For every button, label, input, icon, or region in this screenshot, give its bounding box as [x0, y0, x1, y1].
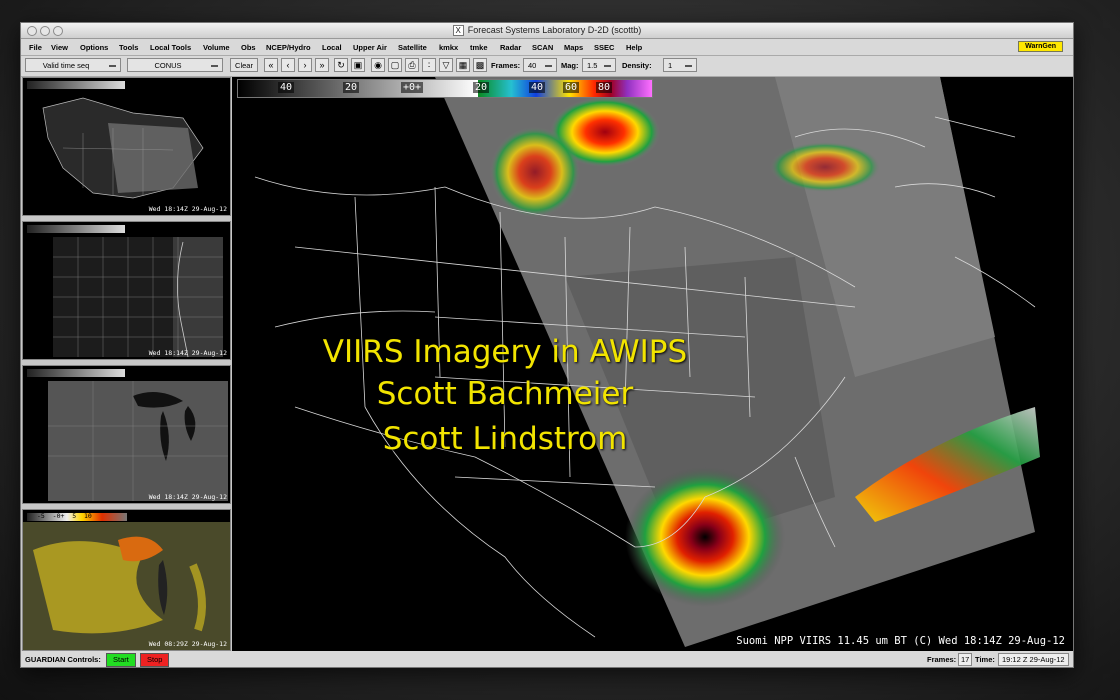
- status-bar: GUARDIAN Controls: Start Stop Frames: 17…: [21, 651, 1073, 667]
- menu-options[interactable]: Options: [80, 43, 108, 52]
- side-pane-3[interactable]: Wed 18:14Z 29-Aug-12: [22, 365, 231, 504]
- x11-icon: X: [452, 25, 464, 37]
- title-bar: X Forecast Systems Laboratory D-2D (scott…: [21, 23, 1073, 39]
- last-frame-icon[interactable]: »: [315, 58, 329, 72]
- scale-dropdown[interactable]: CONUS: [127, 58, 223, 72]
- colorbar-label: 20: [473, 82, 490, 93]
- density-dropdown[interactable]: 1: [663, 58, 697, 72]
- menu-view[interactable]: View: [51, 43, 68, 52]
- menu-help[interactable]: Help: [626, 43, 642, 52]
- time-status-label: Time:: [975, 655, 995, 664]
- menu-bar: File View Options Tools Local Tools Volu…: [21, 39, 1073, 56]
- density-value: 1: [668, 61, 673, 70]
- colorbar-label: +0+: [401, 82, 424, 93]
- scale-label: -5: [37, 512, 45, 520]
- menu-satellite[interactable]: Satellite: [398, 43, 427, 52]
- author-overlay-1: Scott Bachmeier: [376, 376, 634, 412]
- window-title: Forecast Systems Laboratory D-2D (scottb…: [467, 25, 642, 35]
- colorbar-label: 60: [563, 82, 580, 93]
- pane-timestamp: Wed 18:14Z 29-Aug-12: [148, 493, 227, 501]
- frames-dropdown[interactable]: 40: [523, 58, 557, 72]
- close-window-icon[interactable]: [27, 26, 37, 36]
- pane-1-map: [42, 97, 204, 199]
- colorbar-label: 20: [343, 82, 360, 93]
- zoom-icon[interactable]: ▢: [388, 58, 402, 72]
- menu-radar[interactable]: Radar: [500, 43, 521, 52]
- pane-timestamp: Wed 08:29Z 29-Aug-12: [148, 640, 227, 648]
- stop-button[interactable]: Stop: [140, 653, 170, 667]
- menu-local-tools[interactable]: Local Tools: [150, 43, 191, 52]
- start-button[interactable]: Start: [106, 653, 136, 667]
- minimize-window-icon[interactable]: [40, 26, 50, 36]
- menu-file[interactable]: File: [29, 43, 42, 52]
- pane-2-map: [53, 237, 223, 358]
- d2d-window: X Forecast Systems Laboratory D-2D (scott…: [20, 22, 1074, 668]
- display-area: Wed 18:14Z 29-Aug-12 Wed 18:14Z 29-Aug-1…: [21, 77, 1073, 651]
- points-icon[interactable]: ∶: [422, 58, 436, 72]
- side-pane-4[interactable]: -5 -0+ 5 10 Wed 08:29Z 29-Aug-12: [22, 509, 231, 651]
- side-pane-1[interactable]: Wed 18:14Z 29-Aug-12: [22, 77, 231, 216]
- draw-icon[interactable]: ▽: [439, 58, 453, 72]
- menu-scan[interactable]: SCAN: [532, 43, 553, 52]
- pane-3-map: [48, 381, 228, 501]
- side-panes: Wed 18:14Z 29-Aug-12 Wed 18:14Z 29-Aug-1…: [21, 77, 232, 651]
- colorbar-label: 40: [278, 82, 295, 93]
- time-mode-value: Valid time seq: [42, 61, 90, 70]
- menu-tmke[interactable]: tmke: [470, 43, 488, 52]
- warngen-button[interactable]: WarnGen: [1018, 41, 1063, 52]
- pane-timestamp: Wed 18:14Z 29-Aug-12: [148, 349, 227, 357]
- frames-status-label: Frames:: [927, 655, 957, 664]
- first-frame-icon[interactable]: «: [264, 58, 278, 72]
- main-timestamp: Suomi NPP VIIRS 11.45 um BT (C) Wed 18:1…: [736, 635, 1065, 647]
- step-back-icon[interactable]: ‹: [281, 58, 295, 72]
- menu-ncep-hydro[interactable]: NCEP/Hydro: [266, 43, 311, 52]
- menu-obs[interactable]: Obs: [241, 43, 256, 52]
- menu-ssec[interactable]: SSEC: [594, 43, 614, 52]
- colorbar: 40 20 +0+ 20 40 60 80: [237, 79, 653, 98]
- clear-button[interactable]: Clear: [230, 58, 258, 72]
- time-mode-dropdown[interactable]: Valid time seq: [25, 58, 121, 72]
- menu-tools[interactable]: Tools: [119, 43, 138, 52]
- frames-value: 40: [528, 61, 537, 70]
- author-overlay-2: Scott Lindstrom: [382, 421, 628, 457]
- guardian-label: GUARDIAN Controls:: [25, 655, 101, 664]
- pane-4-map: [23, 522, 230, 650]
- menu-upper-air[interactable]: Upper Air: [353, 43, 387, 52]
- menu-local[interactable]: Local: [322, 43, 342, 52]
- menu-volume[interactable]: Volume: [203, 43, 230, 52]
- time-status-value: 19:12 Z 29-Aug-12: [998, 653, 1069, 666]
- image-properties-icon[interactable]: ▣: [351, 58, 365, 72]
- pane-4-scale: -5 -0+ 5 10: [37, 512, 92, 520]
- scale-label: -0+: [52, 512, 65, 520]
- menu-maps[interactable]: Maps: [564, 43, 583, 52]
- four-panel-icon[interactable]: ▩: [473, 58, 487, 72]
- panel-layout-icon[interactable]: ▦: [456, 58, 470, 72]
- step-forward-icon[interactable]: ›: [298, 58, 312, 72]
- mag-label: Mag:: [561, 61, 579, 70]
- colorbar-label: 80: [596, 82, 613, 93]
- mag-value: 1.5: [587, 61, 598, 70]
- zoom-window-icon[interactable]: [53, 26, 63, 36]
- scale-value: CONUS: [154, 61, 182, 70]
- loop-icon[interactable]: ↻: [334, 58, 348, 72]
- side-pane-2[interactable]: Wed 18:14Z 29-Aug-12: [22, 221, 231, 360]
- density-label: Density:: [622, 61, 652, 70]
- colorbar-label: 40: [529, 82, 546, 93]
- scale-label: 5: [72, 512, 77, 520]
- mag-dropdown[interactable]: 1.5: [582, 58, 616, 72]
- pan-icon[interactable]: ◉: [371, 58, 385, 72]
- print-icon[interactable]: ⎙: [405, 58, 419, 72]
- scale-label: 10: [83, 512, 92, 520]
- pane-timestamp: Wed 18:14Z 29-Aug-12: [148, 205, 227, 213]
- menu-kmkx[interactable]: kmkx: [439, 43, 458, 52]
- toolbar: Valid time seq CONUS Clear « ‹ › » ↻ ▣ ◉…: [21, 56, 1073, 77]
- title-overlay: VIIRS Imagery in AWIPS: [322, 334, 688, 370]
- frames-label: Frames:: [491, 61, 521, 70]
- frames-status-value: 17: [958, 653, 973, 666]
- main-pane[interactable]: 40 20 +0+ 20 40 60 80 VIIRS Imagery in A…: [235, 77, 1073, 651]
